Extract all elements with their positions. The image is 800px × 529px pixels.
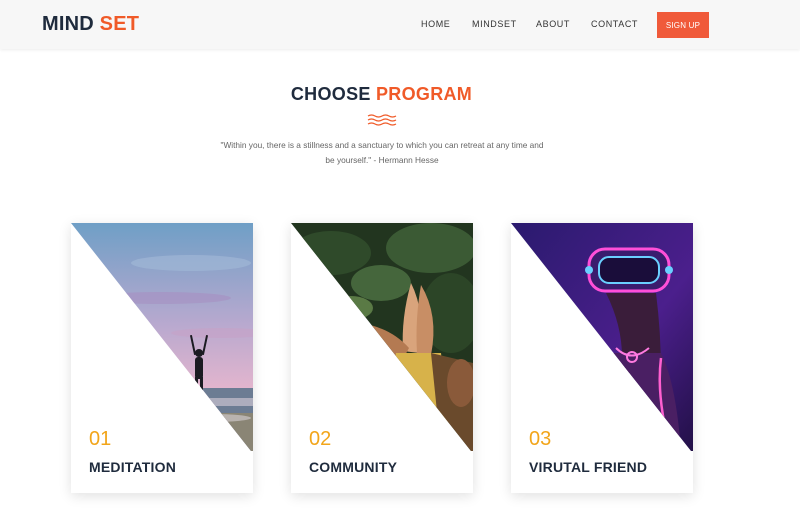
card-title: COMMUNITY — [309, 459, 398, 475]
nav-link-contact[interactable]: CONTACT — [591, 19, 638, 29]
brand-logo[interactable]: MIND SET — [42, 13, 139, 36]
nav-link-home[interactable]: HOME — [421, 19, 450, 29]
card-title: VIRUTAL FRIEND — [529, 459, 648, 475]
program-card-meditation[interactable]: 01 MEDITATION — [71, 223, 253, 493]
brand-name-primary: MIND — [42, 13, 94, 35]
nav-link-about[interactable]: ABOUT — [536, 19, 570, 29]
card-number: 03 — [529, 428, 552, 450]
card-title: MEDITATION — [89, 459, 177, 475]
top-navbar: MIND SET HOME MINDSET ABOUT CONTACT SIGN… — [0, 0, 800, 49]
hands-high-five-photo — [291, 223, 473, 451]
section-title-accent: PROGRAM — [376, 84, 473, 104]
card-number: 02 — [309, 428, 332, 450]
section-quote: "Within you, there is a stillness and a … — [212, 138, 552, 168]
section-title-primary: CHOOSE — [290, 84, 371, 104]
brand-name-accent: SET — [99, 13, 140, 35]
card-number: 01 — [89, 428, 112, 450]
quote-line-2: be yourself." - Hermann Hesse — [325, 155, 439, 165]
quote-line-1: "Within you, there is a stillness and a … — [220, 140, 544, 150]
program-card-community[interactable]: 02 COMMUNITY — [291, 223, 473, 493]
vr-headset-neon-photo — [511, 223, 693, 451]
nav-link-mindset[interactable]: MINDSET — [472, 19, 517, 29]
section-title: CHOOSE PROGRAM — [0, 84, 763, 105]
program-card-virtual-friend[interactable]: 03 VIRUTAL FRIEND — [511, 223, 693, 493]
meditation-beach-photo — [71, 223, 253, 451]
wave-divider-icon — [367, 114, 397, 126]
sign-up-button[interactable]: SIGN UP — [657, 12, 709, 38]
